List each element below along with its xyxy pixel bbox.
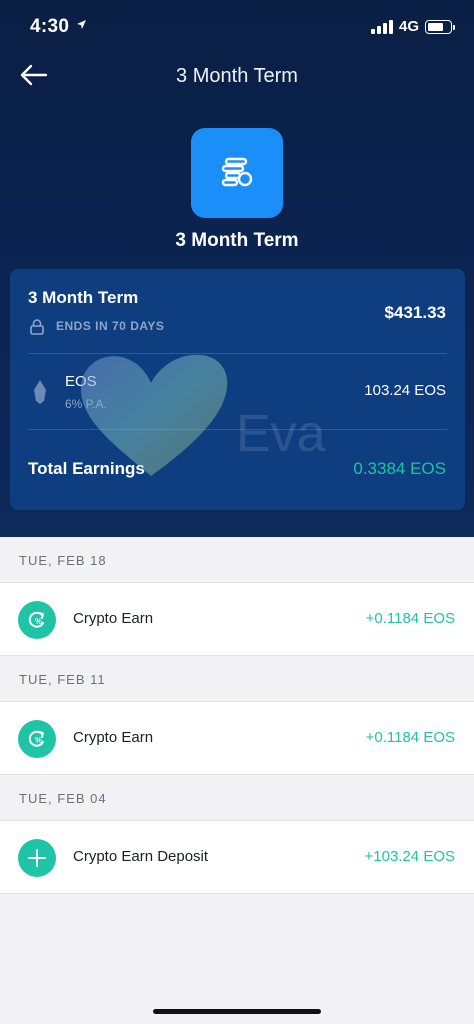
crypto-earn-icon: % <box>18 720 56 758</box>
page-title: 3 Month Term <box>176 65 298 87</box>
transaction-row[interactable]: % Crypto Earn +0.1184 EOS <box>0 702 474 775</box>
asset-name: EOS <box>65 373 97 390</box>
transaction-name: Crypto Earn <box>73 729 154 746</box>
svg-text:%: % <box>35 617 42 626</box>
lock-icon <box>30 319 44 340</box>
transaction-amount: +0.1184 EOS <box>365 610 455 627</box>
home-indicator[interactable] <box>153 1009 321 1014</box>
total-earnings-label: Total Earnings <box>28 459 145 478</box>
term-title: 3 Month Term <box>28 288 139 307</box>
hero-title: 3 Month Term <box>175 230 299 251</box>
term-end-text: ENDS IN 70 DAYS <box>56 319 165 333</box>
navigation-bar: 3 Month Term <box>0 56 474 98</box>
date-header: TUE, FEB 04 <box>0 775 474 821</box>
watermark-text: Eva <box>236 405 326 463</box>
divider <box>28 429 447 430</box>
status-time: 4:30 <box>30 16 70 37</box>
battery-icon <box>425 19 455 34</box>
crypto-earn-icon: % <box>18 601 56 639</box>
transaction-amount: +103.24 EOS <box>364 848 455 865</box>
transaction-list: TUE, FEB 18 % Crypto Earn +0.1184 EOS TU… <box>0 537 474 894</box>
eos-icon <box>32 379 48 410</box>
date-header: TUE, FEB 18 <box>0 537 474 583</box>
transaction-name: Crypto Earn Deposit <box>73 848 209 865</box>
location-arrow-icon <box>76 18 87 33</box>
svg-text:%: % <box>35 736 42 745</box>
signal-bars-icon <box>370 19 393 34</box>
summary-card: 3 Month Term ENDS IN 70 DAYS $431.33 EOS… <box>10 269 465 510</box>
asset-rate: 6% P.A. <box>65 397 107 411</box>
status-bar: 4:30 4G <box>0 0 474 56</box>
plus-icon <box>18 839 56 877</box>
network-type: 4G <box>398 18 419 35</box>
divider <box>28 353 447 354</box>
term-amount: $431.33 <box>384 303 446 322</box>
total-earnings-value: 0.3384 EOS <box>353 459 446 478</box>
coin-stack-icon <box>191 128 283 218</box>
date-header: TUE, FEB 11 <box>0 656 474 702</box>
transaction-amount: +0.1184 EOS <box>365 729 455 746</box>
asset-amount: 103.24 EOS <box>364 382 446 399</box>
transaction-row[interactable]: % Crypto Earn +0.1184 EOS <box>0 583 474 656</box>
battery-level <box>428 22 443 31</box>
transaction-name: Crypto Earn <box>73 610 154 627</box>
transaction-row[interactable]: Crypto Earn Deposit +103.24 EOS <box>0 821 474 894</box>
